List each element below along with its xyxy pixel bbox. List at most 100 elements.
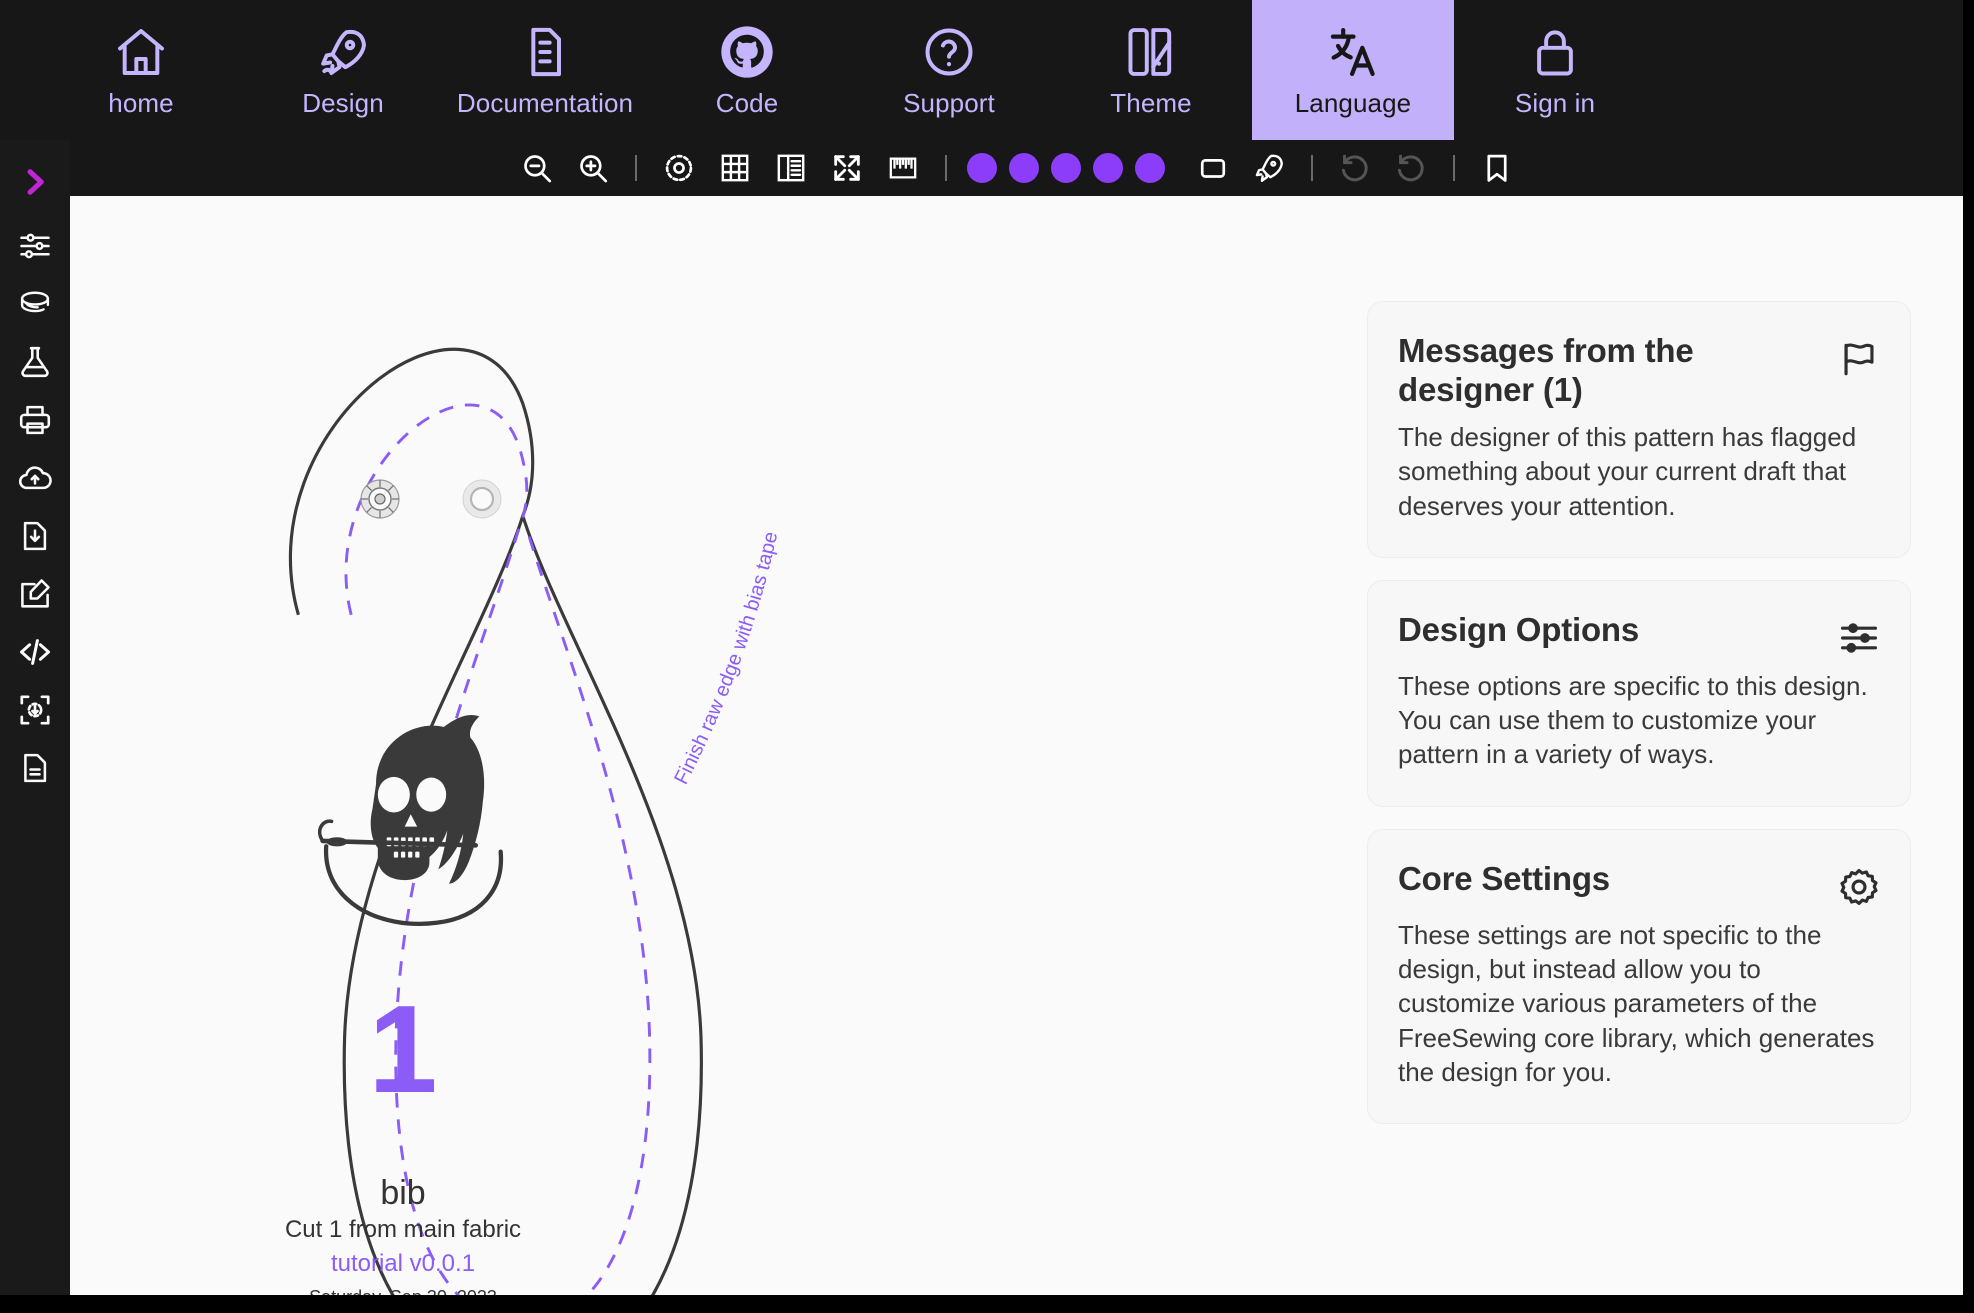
margin-dot[interactable] [1008, 153, 1039, 183]
pattern-toolbar [70, 140, 1963, 196]
card-header: Design Options [1398, 611, 1880, 659]
nav-item-support[interactable]: Support [848, 0, 1050, 140]
ruler-button[interactable] [875, 146, 931, 190]
expand-button[interactable] [819, 146, 875, 190]
theme-icon [1123, 24, 1179, 80]
redo-icon [1394, 151, 1428, 185]
split-view-icon [774, 151, 808, 185]
focus-icon [662, 151, 696, 185]
nav-label: Documentation [456, 88, 634, 118]
flask-icon [17, 344, 53, 380]
nav-item-language[interactable]: Language [1252, 0, 1454, 140]
app-root: home Design Documentation Code Support T… [0, 0, 1974, 1313]
printer-icon [17, 402, 53, 438]
rounded-rect-icon [1196, 151, 1230, 185]
cloud-upload-icon [17, 460, 53, 496]
nav-item-sign-in[interactable]: Sign in [1454, 0, 1656, 140]
nav-label: Design [302, 88, 384, 118]
snap-button-female [462, 479, 502, 519]
flag-icon [1838, 332, 1880, 380]
nav-item-theme[interactable]: Theme [1050, 0, 1252, 140]
gear-icon [1838, 860, 1880, 908]
focus-button[interactable] [651, 146, 707, 190]
pattern-date: Saturday, Sep 30, 2023 [78, 1288, 728, 1295]
bib-pattern-drawing [288, 347, 703, 1295]
question-circle-icon [921, 24, 977, 80]
card-body: These options are specific to this desig… [1398, 670, 1868, 770]
zoom-out-icon [520, 151, 554, 185]
file-download-icon [17, 518, 53, 554]
margin-dot[interactable] [966, 153, 997, 183]
export-file-button[interactable] [11, 516, 59, 556]
margin-dot[interactable] [1050, 153, 1081, 183]
card-core-settings[interactable]: Core Settings These settings are not spe… [1367, 828, 1911, 1125]
part-number: 1 [368, 981, 438, 1119]
zoom-in-icon [576, 151, 610, 185]
split-view-button[interactable] [763, 146, 819, 190]
github-icon [719, 24, 775, 80]
card-body: These settings are not specific to the d… [1398, 919, 1875, 1087]
card-header: Messages from the designer (1) [1398, 332, 1880, 410]
work-area: Finish raw edge with bias tape 1 bib Cut… [70, 196, 1963, 1295]
nav-item-design[interactable]: Design [242, 0, 444, 140]
pattern-paper: Finish raw edge with bias tape 1 bib Cut… [78, 196, 782, 1295]
undo-icon [1338, 151, 1372, 185]
card-messages-from-designer[interactable]: Messages from the designer (1) The desig… [1367, 301, 1911, 558]
layout-icon [17, 692, 53, 728]
card-title: Core Settings [1398, 859, 1610, 897]
top-navigation: home Design Documentation Code Support T… [0, 0, 1963, 140]
expand-menu-button[interactable] [11, 162, 59, 202]
part-name: bib [380, 1174, 426, 1212]
code-icon [17, 634, 53, 670]
margin-dot[interactable] [1092, 153, 1123, 183]
card-title: Design Options [1398, 610, 1640, 648]
zoom-out-button[interactable] [509, 146, 565, 190]
sliders-icon [1838, 611, 1880, 659]
document-icon [17, 750, 53, 786]
view-code-button[interactable] [11, 632, 59, 672]
fabric-icon [17, 286, 53, 322]
zoom-in-button[interactable] [565, 146, 621, 190]
paperless-button[interactable] [1185, 146, 1241, 190]
edit-button[interactable] [11, 574, 59, 614]
nav-label: Code [715, 88, 779, 118]
chevron-right-icon [18, 165, 52, 199]
bookmark-button[interactable] [1469, 146, 1525, 190]
snap-button-male [360, 479, 400, 519]
layout-button[interactable] [11, 690, 59, 730]
left-rail [0, 140, 70, 1295]
redo-button[interactable] [1383, 146, 1439, 190]
save-button[interactable] [11, 458, 59, 498]
nav-label: Theme [1110, 88, 1192, 118]
lock-icon [1527, 24, 1583, 80]
grid-button[interactable] [707, 146, 763, 190]
design-options-button[interactable] [11, 226, 59, 266]
home-icon [113, 24, 169, 80]
measurements-button[interactable] [11, 284, 59, 324]
expand-icon [830, 151, 864, 185]
nav-item-code[interactable]: Code [646, 0, 848, 140]
translate-icon [1325, 24, 1381, 80]
rocket-icon [315, 24, 371, 80]
docs-button[interactable] [11, 748, 59, 788]
nav-item-home[interactable]: home [40, 0, 242, 140]
nav-label: home [108, 88, 174, 118]
nav-label: Support [903, 88, 995, 118]
print-button[interactable] [11, 400, 59, 440]
test-design-button[interactable] [11, 342, 59, 382]
ruler-icon [886, 151, 920, 185]
export-button[interactable] [1241, 146, 1297, 190]
sliders-icon [17, 228, 53, 264]
margin-dot[interactable] [1134, 153, 1165, 183]
document-icon [517, 24, 573, 80]
grid-icon [718, 151, 752, 185]
toolbar-separator [1452, 155, 1455, 181]
pattern-canvas[interactable]: Finish raw edge with bias tape 1 bib Cut… [70, 196, 1345, 1295]
nav-label: Language [1294, 88, 1412, 118]
card-body: The designer of this pattern has flagged… [1398, 421, 1857, 521]
nav-item-documentation[interactable]: Documentation [444, 0, 646, 140]
undo-button[interactable] [1327, 146, 1383, 190]
card-design-options[interactable]: Design Options These options are specifi… [1367, 579, 1911, 807]
toolbar-separator [634, 155, 637, 181]
nav-label: Sign in [1514, 88, 1596, 118]
